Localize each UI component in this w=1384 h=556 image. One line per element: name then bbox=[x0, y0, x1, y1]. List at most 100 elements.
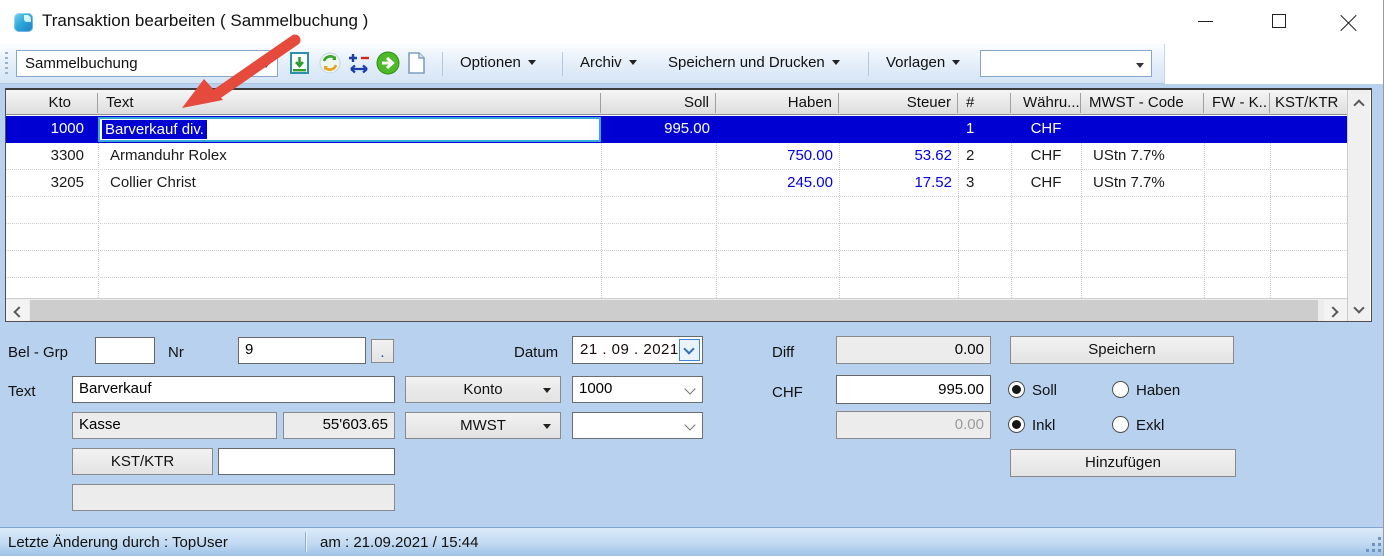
horizontal-scrollbar[interactable] bbox=[6, 298, 1347, 322]
chf-amount-input[interactable]: 995.00 bbox=[836, 375, 991, 404]
speichern-drucken-label: Speichern und Drucken bbox=[668, 54, 825, 71]
table-row[interactable]: 1000 995.00 1 CHF Barverkauf div. bbox=[6, 116, 1347, 143]
column-header-soll[interactable]: Soll bbox=[601, 93, 716, 113]
column-header-haben[interactable]: Haben bbox=[716, 93, 839, 113]
scroll-left-button[interactable] bbox=[6, 300, 29, 322]
column-header-num[interactable]: # bbox=[958, 93, 1011, 113]
statusbar-separator bbox=[305, 532, 306, 552]
close-button[interactable] bbox=[1332, 8, 1366, 34]
table-row[interactable]: 3205 Collier Christ 245.00 17.52 3 CHF U… bbox=[6, 170, 1347, 197]
mwst-dropdown-button[interactable]: MWST bbox=[405, 412, 561, 439]
exkl-radio[interactable] bbox=[1112, 416, 1129, 433]
minimize-button[interactable] bbox=[1188, 8, 1222, 34]
empty-row bbox=[6, 224, 1347, 251]
vorlagen-menu[interactable]: Vorlagen bbox=[878, 51, 966, 77]
mwst-combo[interactable] bbox=[572, 412, 703, 439]
template-combo[interactable] bbox=[980, 50, 1152, 77]
toolbar-separator bbox=[442, 52, 443, 76]
speichern-button[interactable]: Speichern bbox=[1010, 336, 1234, 364]
column-header-fw-k[interactable]: FW - K.. bbox=[1204, 93, 1270, 113]
kst-ktr-button[interactable]: KST/KTR bbox=[72, 448, 213, 475]
booking-type-value: Sammelbuchung bbox=[25, 55, 138, 72]
chevron-down-icon bbox=[262, 63, 270, 68]
toolbar-grip[interactable] bbox=[5, 52, 8, 76]
haben-radio-label: Haben bbox=[1136, 382, 1180, 399]
chevron-down-icon bbox=[1353, 302, 1364, 313]
horizontal-scrollbar-thumb[interactable] bbox=[30, 300, 1318, 322]
new-document-button[interactable] bbox=[404, 51, 430, 77]
scroll-right-button[interactable] bbox=[1324, 300, 1347, 322]
document-import-icon bbox=[288, 51, 312, 75]
table-row[interactable]: 3300 Armanduhr Rolex 750.00 53.62 2 CHF … bbox=[6, 143, 1347, 170]
column-header-kto[interactable]: Kto bbox=[6, 93, 98, 113]
hinzufuegen-button[interactable]: Hinzufügen bbox=[1010, 449, 1236, 477]
resize-grip-icon[interactable] bbox=[1365, 536, 1381, 552]
bel-grp-label: Bel - Grp bbox=[8, 344, 68, 361]
cell-haben: 245.00 bbox=[716, 174, 839, 194]
bel-grp-input[interactable] bbox=[95, 337, 155, 364]
refresh-button[interactable] bbox=[318, 51, 344, 77]
chevron-left-icon bbox=[13, 306, 24, 317]
column-header-waehrung[interactable]: Währu... bbox=[1011, 93, 1081, 113]
document-import-button[interactable] bbox=[288, 51, 314, 77]
mwst-button-label: MWST bbox=[460, 417, 506, 434]
scroll-up-button[interactable] bbox=[1349, 92, 1370, 113]
toolbar-separator bbox=[868, 52, 869, 76]
speichern-drucken-menu[interactable]: Speichern und Drucken bbox=[660, 51, 846, 77]
cell-kst-ktr bbox=[1270, 147, 1347, 167]
haben-radio[interactable] bbox=[1112, 381, 1129, 398]
maximize-icon bbox=[1272, 14, 1286, 28]
cell-soll bbox=[601, 174, 716, 194]
empty-row bbox=[6, 251, 1347, 278]
kst-ktr-input[interactable] bbox=[218, 448, 395, 475]
maximize-button[interactable] bbox=[1262, 8, 1296, 34]
chevron-down-icon bbox=[952, 60, 960, 65]
go-icon bbox=[376, 51, 400, 75]
text-label: Text bbox=[8, 383, 36, 400]
chevron-down-icon bbox=[629, 60, 637, 65]
archiv-menu[interactable]: Archiv bbox=[572, 51, 643, 77]
nr-input[interactable]: 9 bbox=[238, 337, 366, 364]
column-header-steuer[interactable]: Steuer bbox=[839, 93, 958, 113]
booking-type-combo[interactable]: Sammelbuchung bbox=[16, 50, 278, 77]
chevron-down-icon bbox=[543, 424, 551, 429]
soll-radio[interactable] bbox=[1008, 381, 1025, 398]
column-header-mwst-code[interactable]: MWST - Code bbox=[1081, 93, 1204, 113]
datum-dropdown-button[interactable] bbox=[679, 339, 700, 361]
vertical-scrollbar[interactable] bbox=[1347, 90, 1370, 322]
cell-steuer: 53.62 bbox=[839, 147, 958, 167]
cell-fw-k bbox=[1204, 174, 1270, 194]
chevron-down-icon bbox=[683, 343, 694, 354]
scroll-down-button[interactable] bbox=[1349, 299, 1370, 320]
inkl-radio[interactable] bbox=[1008, 416, 1025, 433]
toolbar-separator bbox=[562, 52, 563, 76]
cell-steuer: 17.52 bbox=[839, 174, 958, 194]
konto-name-field: Kasse bbox=[72, 412, 277, 439]
chevron-down-icon bbox=[543, 388, 551, 393]
cell-soll bbox=[601, 147, 716, 167]
dot-button[interactable]: . bbox=[371, 339, 394, 363]
datum-label: Datum bbox=[514, 344, 558, 361]
archiv-label: Archiv bbox=[580, 54, 622, 71]
cell-num: 1 bbox=[958, 120, 1011, 140]
toolbar: Sammelbuchung bbox=[0, 44, 1165, 84]
diff-field: 0.00 bbox=[836, 336, 991, 364]
chevron-right-icon bbox=[1327, 306, 1338, 317]
go-button[interactable] bbox=[376, 51, 402, 77]
adjust-amount-button[interactable] bbox=[346, 51, 372, 77]
cell-text: Collier Christ bbox=[98, 174, 601, 194]
refresh-icon bbox=[318, 51, 342, 75]
column-header-kst-ktr[interactable]: KST/KTR bbox=[1270, 93, 1347, 113]
konto-dropdown-button[interactable]: Konto bbox=[405, 376, 561, 403]
text-cell-edit-input[interactable]: Barverkauf div. bbox=[98, 117, 601, 142]
optionen-menu[interactable]: Optionen bbox=[452, 51, 542, 77]
column-header-text[interactable]: Text bbox=[98, 93, 601, 113]
cell-kto: 3205 bbox=[6, 174, 98, 194]
cell-num: 3 bbox=[958, 174, 1011, 194]
konto-button-label: Konto bbox=[463, 381, 502, 398]
chevron-down-icon bbox=[684, 383, 695, 394]
last-change-text: Letzte Änderung durch : TopUser bbox=[8, 534, 228, 551]
konto-combo[interactable]: 1000 bbox=[572, 376, 703, 403]
datum-picker[interactable]: 21 . 09 . 2021 bbox=[572, 336, 703, 364]
text-input[interactable]: Barverkauf bbox=[72, 376, 395, 403]
